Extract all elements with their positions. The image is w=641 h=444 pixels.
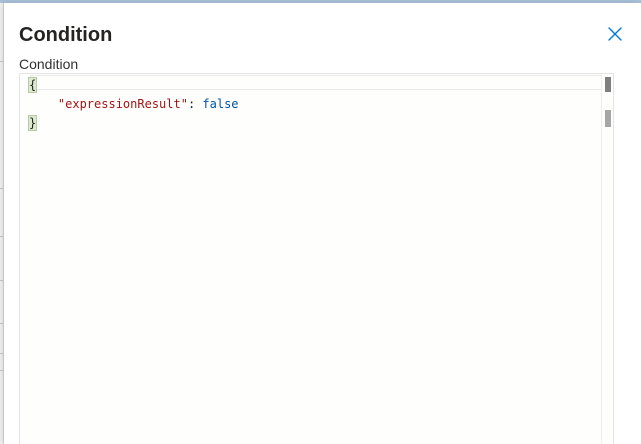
json-key: "expressionResult": [57, 97, 188, 111]
code-line: "expressionResult": false: [29, 95, 239, 114]
json-value: false: [202, 97, 239, 111]
code-editor[interactable]: { "expressionResult": false}: [19, 73, 614, 444]
scrollbar-thumb[interactable]: [605, 77, 611, 92]
background-divider: [0, 236, 3, 237]
code-line: {: [27, 76, 239, 95]
background-divider: [0, 280, 3, 281]
code-line: }: [27, 114, 239, 133]
panel-title: Condition: [19, 24, 113, 46]
background-divider: [0, 370, 3, 371]
background-divider: [0, 323, 3, 324]
background-divider: [0, 188, 3, 189]
condition-field-label: Condition: [19, 56, 79, 72]
background-divider: [0, 61, 3, 62]
close-button[interactable]: [604, 23, 626, 45]
open-brace: {: [27, 77, 38, 93]
vertical-scrollbar[interactable]: [601, 74, 613, 444]
close-brace: }: [27, 115, 38, 131]
background-divider: [0, 353, 3, 354]
json-separator: :: [187, 97, 203, 111]
close-icon: [608, 27, 622, 41]
scrollbar-overview-marker: [605, 110, 611, 127]
condition-panel: Condition Condition { "expressionResult"…: [4, 3, 641, 444]
code-content[interactable]: { "expressionResult": false}: [27, 76, 239, 133]
